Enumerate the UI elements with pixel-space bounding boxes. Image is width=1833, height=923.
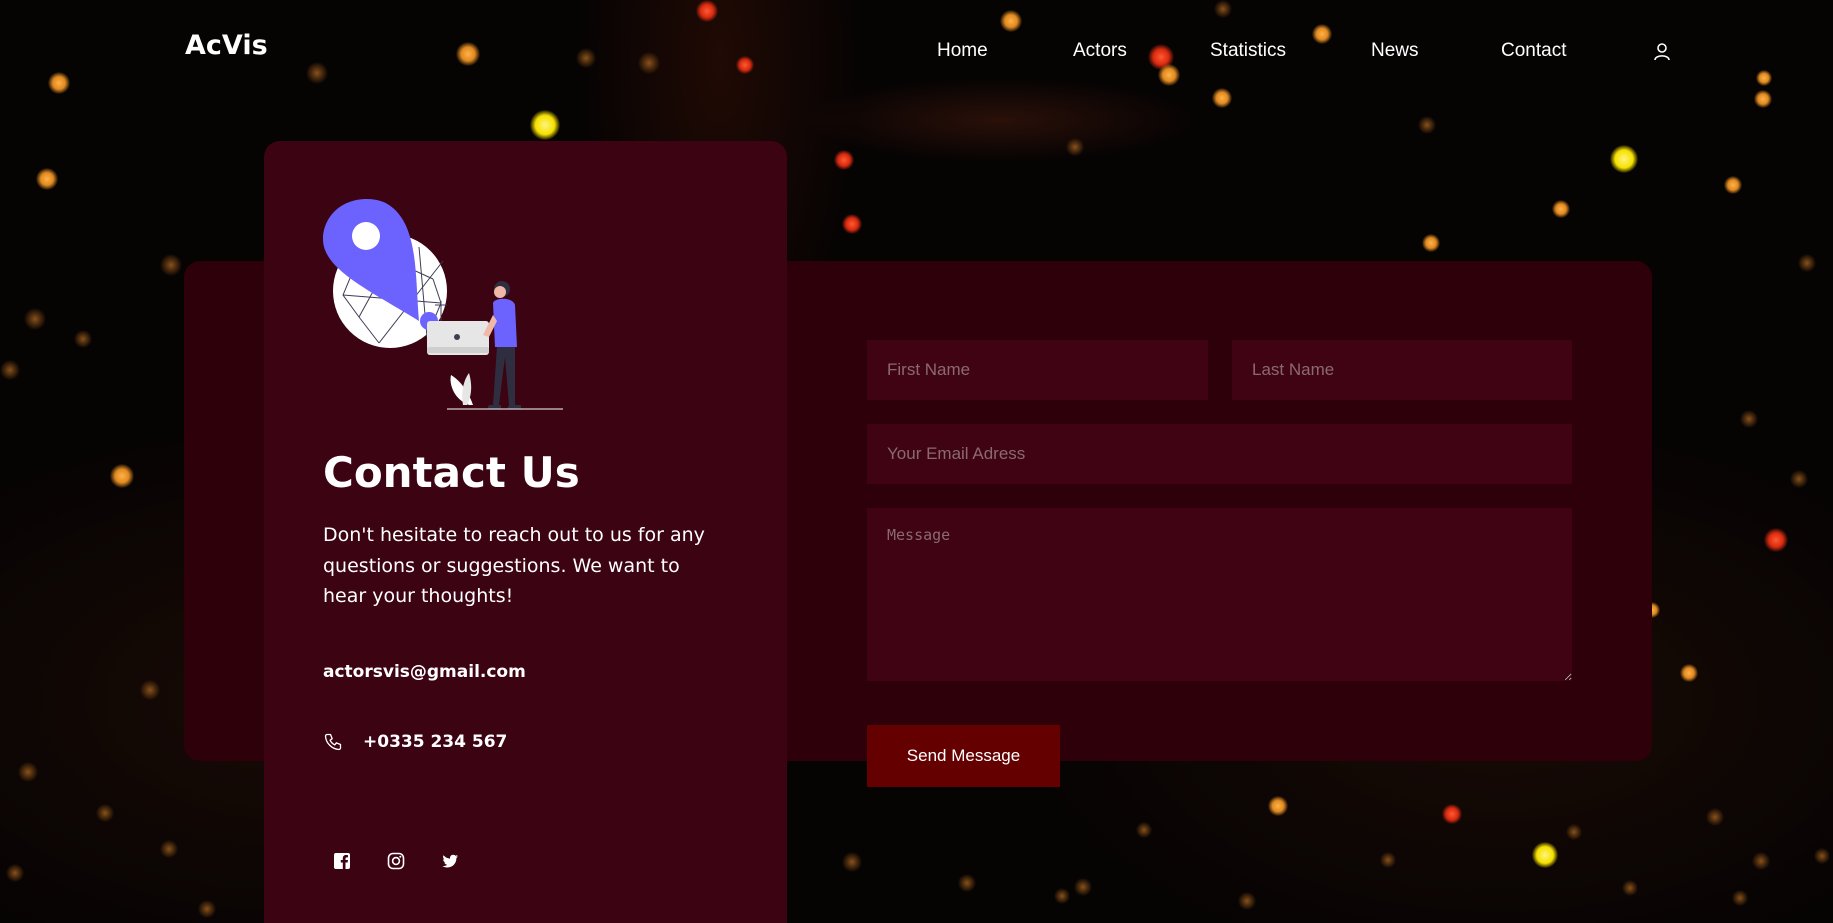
user-icon[interactable] bbox=[1652, 42, 1672, 62]
twitter-icon[interactable] bbox=[441, 852, 459, 870]
nav-link-home[interactable]: Home bbox=[937, 40, 988, 62]
facebook-icon[interactable] bbox=[333, 852, 351, 870]
logo[interactable]: AcVis bbox=[185, 30, 268, 61]
nav-link-statistics[interactable]: Statistics bbox=[1210, 40, 1286, 62]
email-input[interactable] bbox=[867, 424, 1572, 484]
contact-phone[interactable]: +0335 234 567 bbox=[363, 732, 507, 752]
message-textarea[interactable] bbox=[867, 508, 1572, 681]
contact-title: Contact Us bbox=[323, 448, 580, 497]
contact-description: Don't hesitate to reach out to us for an… bbox=[323, 524, 705, 607]
nav-link-news[interactable]: News bbox=[1371, 40, 1419, 62]
nav-link-actors[interactable]: Actors bbox=[1073, 40, 1127, 62]
first-name-input[interactable] bbox=[867, 340, 1208, 400]
send-message-button[interactable]: Send Message bbox=[867, 725, 1060, 787]
contact-email[interactable]: actorsvis@gmail.com bbox=[323, 662, 526, 682]
nav-link-contact[interactable]: Contact bbox=[1501, 40, 1566, 62]
instagram-icon[interactable] bbox=[387, 852, 405, 870]
phone-icon bbox=[324, 733, 342, 751]
top-navigation: AcVis Home Actors Statistics News Contac… bbox=[0, 0, 1833, 104]
contact-illustration bbox=[323, 199, 563, 410]
last-name-input[interactable] bbox=[1232, 340, 1572, 400]
